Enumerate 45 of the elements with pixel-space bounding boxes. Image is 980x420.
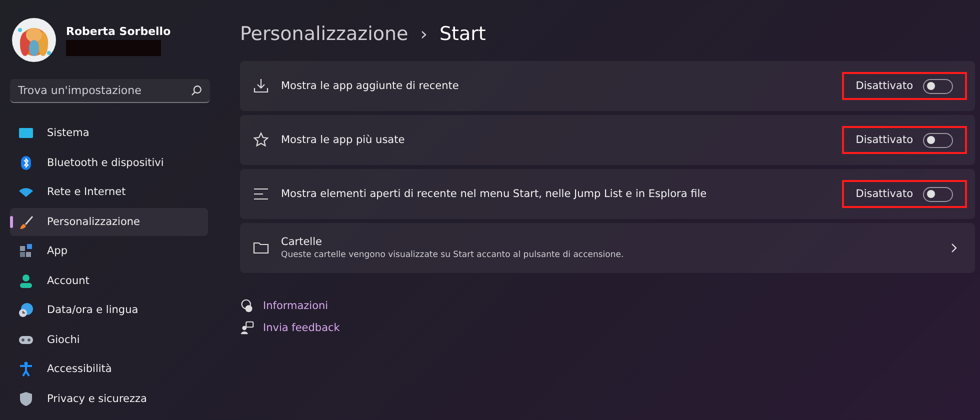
search-icon: [191, 85, 202, 96]
sidebar-item[interactable]: Giochi: [10, 326, 208, 354]
user-name: Roberta Sorbello: [66, 24, 171, 38]
monitor-icon: [18, 125, 34, 141]
setting-label: Mostra elementi aperti di recente nel menu Start, nelle Jump List e in Esplora file: [281, 188, 708, 200]
download-icon: [253, 78, 269, 94]
apps-icon: [18, 243, 34, 259]
sidebar-item[interactable]: Account: [10, 266, 208, 294]
list-icon: [253, 186, 269, 202]
setting-description: Queste cartelle vengono visualizzate su Start accanto al pulsante di accensione.: [281, 250, 625, 260]
brush-icon: [18, 214, 34, 230]
toggle-switch[interactable]: [923, 186, 953, 202]
setting-card[interactable]: Cartelle Queste cartelle vengono visualizzate su Start accanto al pulsante di accensione.: [240, 223, 975, 273]
toggle-switch[interactable]: [923, 132, 953, 148]
toggle-state-label: Disattivato: [856, 134, 913, 146]
toggle-switch[interactable]: [923, 78, 953, 94]
globe-clock-icon: [18, 302, 34, 318]
sidebar-item[interactable]: Privacy e sicurezza: [10, 384, 208, 412]
sidebar-item[interactable]: Accessibilità: [10, 355, 208, 383]
sidebar-item[interactable]: Personalizzazione: [10, 208, 208, 236]
setting-label: Cartelle: [281, 236, 323, 248]
person-icon: [18, 272, 34, 288]
page-title: Start: [439, 23, 486, 45]
search-field[interactable]: Trova un'impostazione: [10, 79, 210, 103]
folder-icon: [253, 240, 269, 256]
setting-label: Mostra le app aggiunte di recente: [281, 80, 460, 92]
help-link[interactable]: Informazioni: [263, 300, 328, 312]
bluetooth-icon: [18, 154, 34, 170]
sidebar-item[interactable]: App: [10, 237, 208, 265]
accessibility-icon: [18, 361, 34, 377]
sidebar-item[interactable]: Rete e Internet: [10, 178, 208, 206]
help-icon: [240, 299, 254, 313]
shield-icon: [18, 390, 34, 406]
help-link[interactable]: Invia feedback: [263, 322, 340, 334]
sidebar-item[interactable]: Bluetooth e dispositivi: [10, 148, 208, 176]
toggle-state-label: Disattivato: [856, 188, 913, 200]
breadcrumb-separator: ›: [420, 24, 428, 44]
chevron-icon: [949, 243, 959, 253]
toggle-state-label: Disattivato: [856, 80, 913, 92]
star-icon: [253, 132, 269, 148]
feedback-icon: [240, 321, 254, 335]
sidebar-item[interactable]: Sistema: [10, 119, 208, 147]
sidebar-item[interactable]: Data/ora e lingua: [10, 296, 208, 324]
breadcrumb-link[interactable]: Personalizzazione: [240, 23, 408, 45]
setting-label: Mostra le app più usate: [281, 134, 406, 146]
